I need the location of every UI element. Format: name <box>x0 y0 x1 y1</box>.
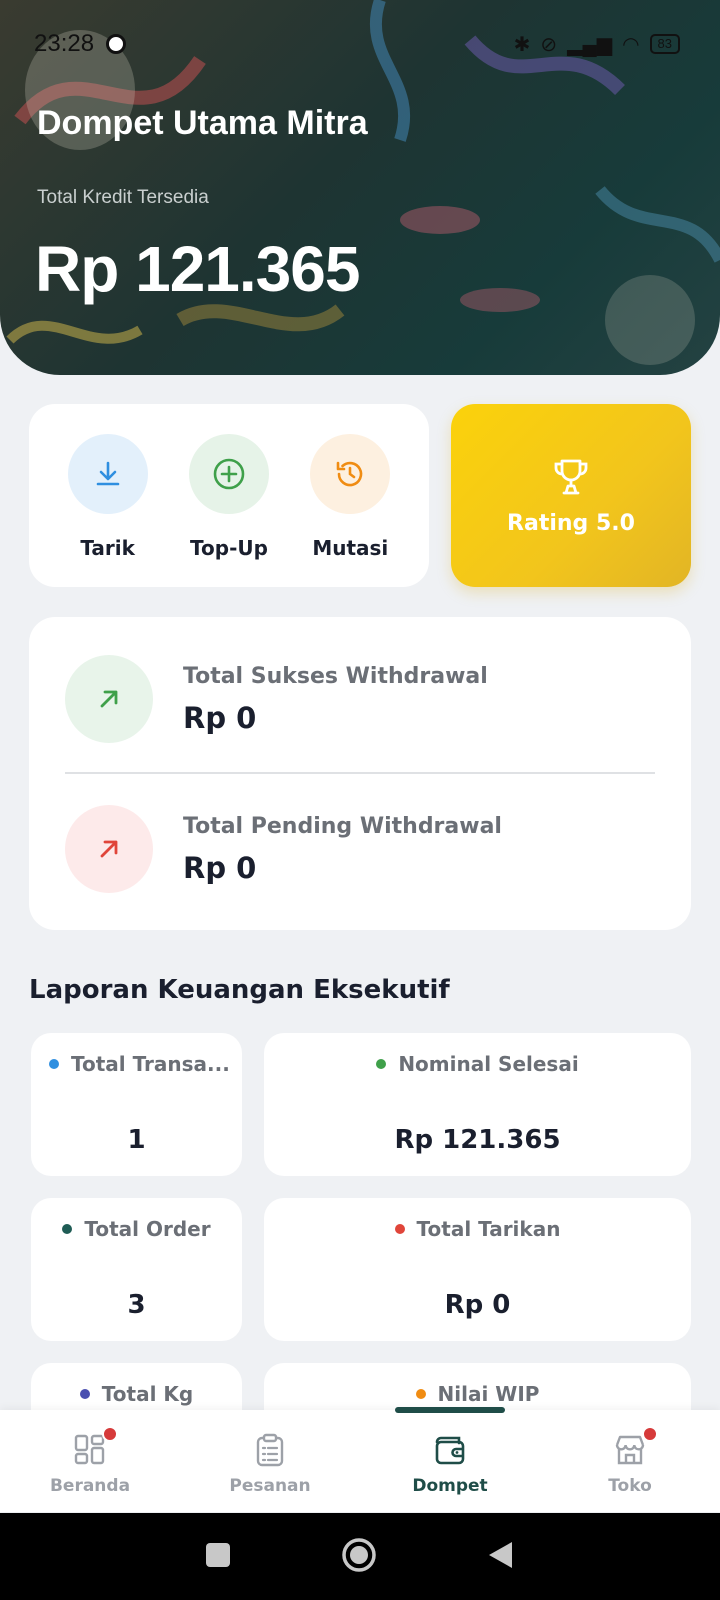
stat-value: 3 <box>127 1290 146 1320</box>
rating-label: Rating 5.0 <box>507 511 635 536</box>
status-icons: ✱ ⊘ ▂▄▆ ◠ 83 <box>514 32 680 57</box>
nav-label: Pesanan <box>229 1476 311 1496</box>
stat-total-withdrawals[interactable]: Total Tarikan Rp 0 <box>264 1198 691 1341</box>
page-title: Dompet Utama Mitra <box>37 104 368 142</box>
pending-withdrawal-row: Total Pending Withdrawal Rp 0 <box>65 804 502 894</box>
stat-value: Rp 0 <box>444 1290 511 1320</box>
wallet-header: 23:28 ✱ ⊘ ▂▄▆ ◠ 83 Dompet Utama Mitra To… <box>0 0 720 375</box>
success-withdrawal-value: Rp 0 <box>183 700 257 735</box>
stat-completed-nominal[interactable]: Nominal Selesai Rp 121.365 <box>264 1033 691 1176</box>
divider <box>65 772 655 774</box>
nav-item-toko[interactable]: Toko <box>540 1410 720 1512</box>
grid-icon <box>72 1426 118 1468</box>
wifi-icon: ◠ <box>622 33 640 56</box>
mutation-button[interactable]: Mutasi <box>295 404 405 587</box>
system-nav-bar <box>0 1513 720 1600</box>
wallet-icon <box>432 1432 468 1468</box>
stat-value: Rp 121.365 <box>394 1125 561 1155</box>
status-dot <box>49 1059 59 1069</box>
nav-label: Toko <box>608 1476 652 1496</box>
clipboard-icon <box>252 1432 288 1468</box>
store-icon <box>612 1426 658 1468</box>
nav-item-pesanan[interactable]: Pesanan <box>180 1410 360 1512</box>
stat-label: Nominal Selesai <box>398 1052 579 1076</box>
notification-badge <box>642 1426 658 1442</box>
home-button[interactable] <box>341 1537 377 1577</box>
status-dot <box>79 1389 90 1399</box>
topup-button[interactable]: Top-Up <box>174 404 284 587</box>
nav-item-dompet[interactable]: Dompet <box>360 1410 540 1512</box>
bottom-nav: Beranda Pesanan Dompet Toko <box>0 1410 720 1512</box>
success-withdrawal-label: Total Sukses Withdrawal <box>183 663 488 689</box>
success-withdrawal-row: Total Sukses Withdrawal Rp 0 <box>65 654 488 744</box>
stat-value: 1 <box>127 1125 146 1155</box>
stat-label: Total Kg <box>101 1382 194 1406</box>
stat-label: Total Order <box>84 1217 211 1241</box>
trophy-icon <box>554 459 588 495</box>
mutation-label: Mutasi <box>312 536 389 560</box>
download-icon <box>67 434 148 514</box>
notification-badge <box>102 1426 118 1442</box>
status-time: 23:28 <box>34 30 95 57</box>
nav-label: Beranda <box>49 1476 131 1496</box>
mute-icon: ⊘ <box>540 33 558 56</box>
stat-total-transactions[interactable]: Total Transa... 1 <box>31 1033 242 1176</box>
nav-item-beranda[interactable]: Beranda <box>0 1410 180 1512</box>
battery-icon: 83 <box>649 34 680 54</box>
history-icon <box>310 434 391 514</box>
withdraw-label: Tarik <box>80 536 135 560</box>
pending-withdrawal-value: Rp 0 <box>183 850 257 885</box>
arrow-up-right-icon <box>65 655 153 743</box>
signal-icon: ▂▄▆ <box>567 33 613 56</box>
stat-label: Total Tarikan <box>416 1217 561 1241</box>
withdraw-button[interactable]: Tarik <box>53 404 163 587</box>
active-tab-indicator <box>395 1407 505 1413</box>
withdrawal-summary-card: Total Sukses Withdrawal Rp 0 Total Pendi… <box>29 617 691 930</box>
pending-withdrawal-label: Total Pending Withdrawal <box>183 813 502 839</box>
plus-circle-icon <box>188 434 269 514</box>
stat-label: Total Transa... <box>71 1052 230 1076</box>
status-dot <box>376 1059 387 1069</box>
bluetooth-icon: ✱ <box>513 33 531 56</box>
status-bar: 23:28 ✱ ⊘ ▂▄▆ ◠ 83 <box>34 28 680 60</box>
status-dot <box>394 1224 405 1234</box>
wallet-actions-card: Tarik Top-Up Mutasi <box>29 404 429 587</box>
arrow-up-right-icon <box>65 805 153 893</box>
notification-face-icon <box>106 34 127 54</box>
balance-amount: Rp 121.365 <box>35 233 360 305</box>
report-section-title: Laporan Keuangan Eksekutif <box>29 975 450 1005</box>
back-button[interactable] <box>487 1540 515 1574</box>
rating-card[interactable]: Rating 5.0 <box>451 404 691 587</box>
status-dot <box>415 1389 426 1399</box>
recents-button[interactable] <box>205 1542 231 1572</box>
stat-label: Nilai WIP <box>437 1382 540 1406</box>
nav-label: Dompet <box>412 1476 488 1496</box>
balance-caption: Total Kredit Tersedia <box>37 187 209 208</box>
status-dot <box>62 1224 73 1234</box>
stat-total-order[interactable]: Total Order 3 <box>31 1198 242 1341</box>
topup-label: Top-Up <box>190 536 268 560</box>
